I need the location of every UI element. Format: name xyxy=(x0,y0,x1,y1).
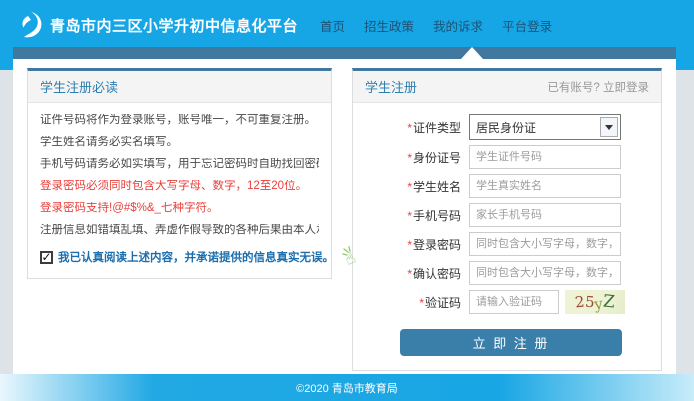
form-row-student-name: *学生姓名 xyxy=(365,174,649,198)
required-asterisk: * xyxy=(407,267,412,281)
register-panel-title: 学生注册 xyxy=(365,77,417,96)
field-label-confirm-password: *确认密码 xyxy=(365,265,461,282)
nav-item-appeal[interactable]: 我的诉求 xyxy=(433,16,483,35)
required-asterisk: * xyxy=(407,121,412,135)
nav-item-policy[interactable]: 招生政策 xyxy=(364,16,414,35)
notice-list: 证件号码将作为登录账号，账号唯一，不可重复注册。学生姓名请务必实名填写。手机号码… xyxy=(28,103,331,278)
agreement-row: 我已认真阅读上述内容，并承诺提供的信息真实无误。☝ xyxy=(40,246,319,268)
notice-item: 登录密码必须同时包含大写字母、数字，12至20位。 xyxy=(40,180,319,193)
register-panel: 学生注册 已有账号? 立即登录 *证件类型居民身份证 *身份证号 *学生姓名 *手机号… xyxy=(352,68,662,371)
copyright-text: ©2020 青岛市教育局 xyxy=(296,380,398,396)
active-nav-pointer xyxy=(461,47,483,59)
confirm-password-input[interactable] xyxy=(469,261,621,285)
field-label-id-number: *身份证号 xyxy=(365,149,461,166)
id-number-input[interactable] xyxy=(469,145,621,169)
form-row-id-type: *证件类型居民身份证 xyxy=(365,114,649,140)
site-footer: ©2020 青岛市教育局 xyxy=(0,374,694,401)
form-row-captcha: *验证码 25yZ xyxy=(365,290,649,314)
form-row-password: *登录密码 xyxy=(365,232,649,256)
notice-panel: 学生注册必读 证件号码将作为登录账号，账号唯一，不可重复注册。学生姓名请务必实名… xyxy=(27,68,332,279)
form-row-id-number: *身份证号 xyxy=(365,145,649,169)
nav-item-login[interactable]: 平台登录 xyxy=(502,16,552,35)
chevron-down-icon xyxy=(600,117,618,137)
register-form: *证件类型居民身份证 *身份证号 *学生姓名 *手机号码 *登录密码 *确认密码 *验证码 2… xyxy=(353,103,661,370)
nav-underline-bar xyxy=(13,47,676,59)
content-card: 学生注册必读 证件号码将作为登录账号，账号唯一，不可重复注册。学生姓名请务必实名… xyxy=(13,47,676,374)
required-asterisk: * xyxy=(407,209,412,223)
captcha-image[interactable]: 25yZ xyxy=(565,290,625,314)
student-name-input[interactable] xyxy=(469,174,621,198)
password-input[interactable] xyxy=(469,232,621,256)
login-link[interactable]: 立即登录 xyxy=(603,82,649,94)
main-nav: 首页招生政策我的诉求平台登录 xyxy=(320,16,552,35)
captcha-char: Z xyxy=(602,293,616,311)
id-type-select-value: 居民身份证 xyxy=(470,119,600,136)
required-asterisk: * xyxy=(407,180,412,194)
agreement-text: 我已认真阅读上述内容，并承诺提供的信息真实无误。 xyxy=(58,249,334,265)
field-label-student-name: *学生姓名 xyxy=(365,178,461,195)
form-row-phone: *手机号码 xyxy=(365,203,649,227)
field-label-phone: *手机号码 xyxy=(365,207,461,224)
field-label-password: *登录密码 xyxy=(365,236,461,253)
captcha-input[interactable] xyxy=(469,290,559,314)
have-account-text: 已有账号? xyxy=(547,82,599,94)
nav-item-home[interactable]: 首页 xyxy=(320,16,345,35)
required-asterisk: * xyxy=(407,238,412,252)
agreement-checkbox[interactable] xyxy=(40,251,53,264)
notice-item: 登录密码支持!@#$%&_七种字符。 xyxy=(40,202,319,215)
notice-item: 学生姓名请务必实名填写。 xyxy=(40,136,319,149)
notice-item: 注册信息如错填乱填、弄虚作假导致的各种后果由本人承担。 xyxy=(40,224,319,237)
notice-item: 证件号码将作为登录账号，账号唯一，不可重复注册。 xyxy=(40,114,319,127)
pointing-hand-icon: ☝ xyxy=(341,246,363,268)
phone-input[interactable] xyxy=(469,203,621,227)
form-row-confirm-password: *确认密码 xyxy=(365,261,649,285)
required-asterisk: * xyxy=(407,151,412,165)
platform-logo-icon xyxy=(17,10,43,40)
notice-item: 手机号码请务必如实填写，用于忘记密码时自助找回密码。 xyxy=(40,158,319,171)
required-asterisk: * xyxy=(419,296,424,310)
notice-panel-title: 学生注册必读 xyxy=(40,77,118,96)
have-account-hint: 已有账号? 立即登录 xyxy=(547,79,649,95)
field-label-id-type: *证件类型 xyxy=(365,119,461,136)
page-title: 青岛市内三区小学升初中信息化平台 xyxy=(50,15,298,36)
field-label-captcha: *验证码 xyxy=(365,294,461,311)
id-type-select[interactable]: 居民身份证 xyxy=(469,114,621,140)
register-submit-button[interactable]: 立 即 注 册 xyxy=(400,329,622,356)
